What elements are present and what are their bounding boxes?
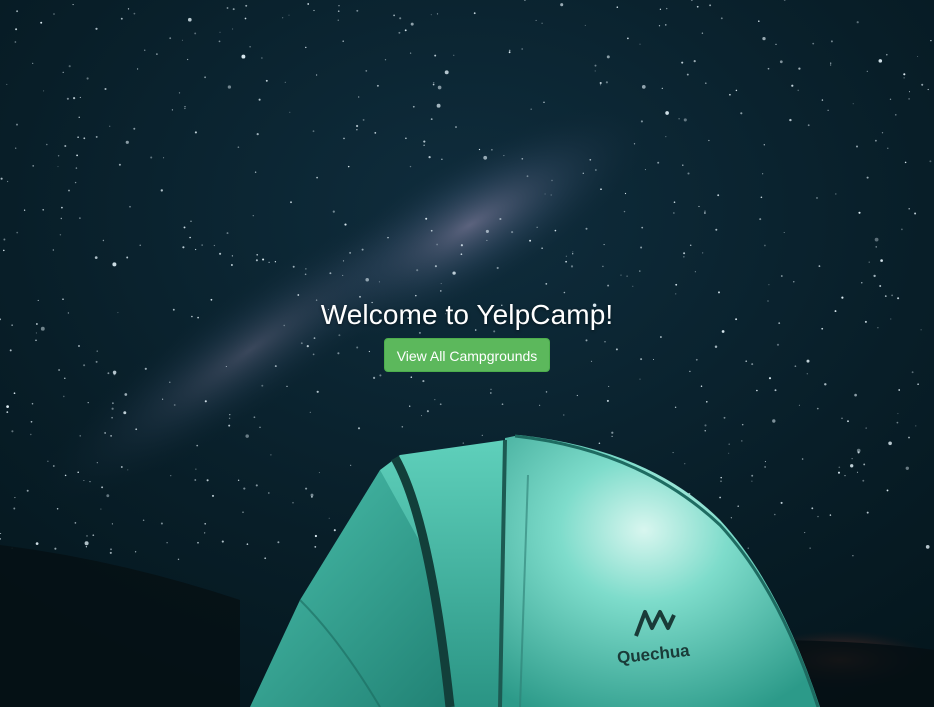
hero-section: Welcome to YelpCamp! View All Campground… [0,296,934,372]
page-title: Welcome to YelpCamp! [320,299,614,330]
view-all-campgrounds-button[interactable]: View All Campgrounds [383,338,551,372]
landing-page: Quechua Welcome to YelpCamp! View All Ca… [0,0,934,707]
